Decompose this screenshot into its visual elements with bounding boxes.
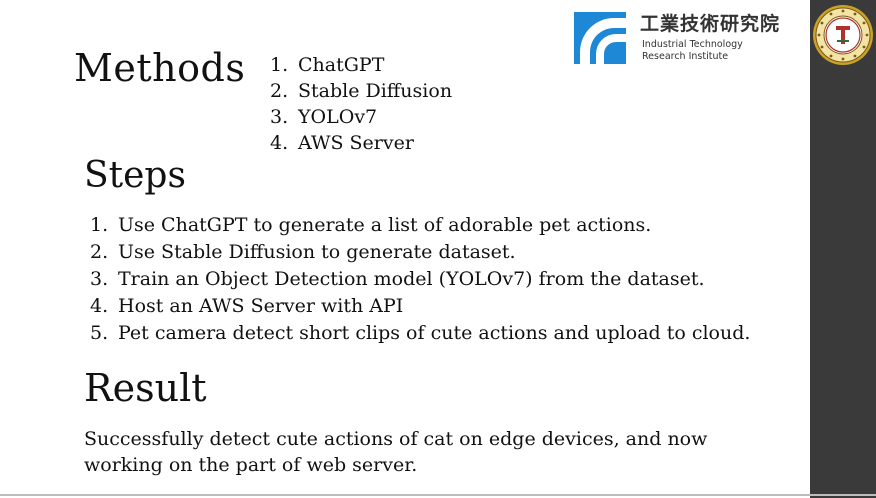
slide: 工業技術研究院 Industrial Technology Research I… (0, 0, 876, 498)
list-text: Host an AWS Server with API (118, 295, 404, 317)
result-heading: Result (84, 366, 207, 410)
list-number: 3. (90, 268, 109, 290)
itri-name-english: Industrial Technology Research Institute (642, 39, 743, 63)
methods-item: 3. YOLOv7 (270, 104, 452, 130)
list-number: 5. (90, 322, 109, 344)
steps-item: 3. Train an Object Detection model (YOLOv… (90, 266, 750, 293)
list-number: 2. (90, 241, 109, 263)
list-text: Stable Diffusion (298, 80, 453, 102)
result-line-1: Successfully detect cute actions of cat … (84, 428, 708, 450)
methods-item: 4. AWS Server (270, 130, 452, 156)
steps-item: 2. Use Stable Diffusion to generate datas… (90, 239, 750, 266)
list-number: 1. (90, 214, 109, 236)
list-number: 1. (270, 54, 289, 76)
result-line-2: working on the part of web server. (84, 454, 418, 476)
itri-logo: 工業技術研究院 Industrial Technology Research I… (574, 12, 800, 64)
university-seal-icon (813, 5, 873, 65)
methods-item: 2. Stable Diffusion (270, 78, 452, 104)
itri-name-english-line1: Industrial Technology (642, 39, 743, 50)
steps-list: 1. Use ChatGPT to generate a list of ador… (90, 212, 750, 347)
steps-item: 5. Pet camera detect short clips of cute … (90, 320, 750, 347)
right-sidebar-bar (810, 0, 876, 498)
result-paragraph: Successfully detect cute actions of cat … (84, 426, 784, 478)
list-text: YOLOv7 (298, 106, 378, 128)
steps-heading: Steps (84, 155, 186, 196)
list-text: Pet camera detect short clips of cute ac… (118, 322, 751, 344)
methods-heading: Methods (74, 46, 246, 90)
list-number: 4. (270, 132, 289, 154)
methods-item: 1. ChatGPT (270, 52, 452, 78)
itri-name-english-line2: Research Institute (642, 51, 729, 62)
bottom-divider (0, 494, 876, 496)
list-number: 2. (270, 80, 289, 102)
list-text: ChatGPT (298, 54, 385, 76)
list-number: 4. (90, 295, 109, 317)
list-text: Train an Object Detection model (YOLOv7)… (118, 268, 705, 290)
list-text: AWS Server (298, 132, 414, 154)
list-text: Use ChatGPT to generate a list of adorab… (118, 214, 652, 236)
itri-logo-mark-icon (574, 12, 626, 64)
steps-item: 4. Host an AWS Server with API (90, 293, 750, 320)
itri-name-chinese: 工業技術研究院 (640, 13, 781, 35)
list-text: Use Stable Diffusion to generate dataset… (118, 241, 516, 263)
methods-list: 1. ChatGPT 2. Stable Diffusion 3. YOLOv7 4.… (270, 52, 452, 156)
steps-item: 1. Use ChatGPT to generate a list of ador… (90, 212, 750, 239)
list-number: 3. (270, 106, 289, 128)
